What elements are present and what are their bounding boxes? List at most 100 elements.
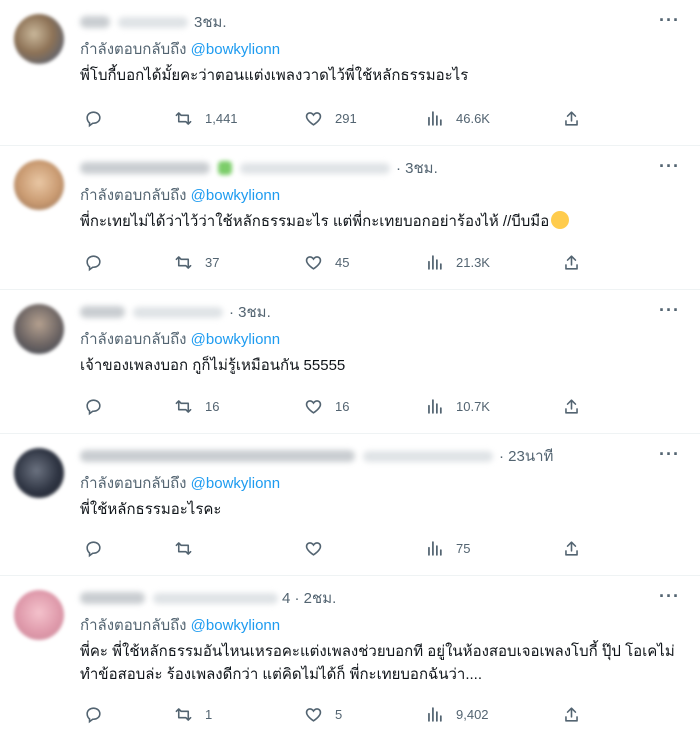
more-options-icon[interactable]: ···	[659, 587, 680, 605]
avatar[interactable]	[14, 160, 64, 210]
retweet-button[interactable]: 1	[174, 705, 212, 724]
share-button[interactable]	[562, 397, 591, 416]
share-icon	[565, 254, 578, 270]
more-options-icon[interactable]: ···	[659, 11, 680, 29]
retweet-icon	[175, 255, 192, 269]
views-button[interactable]: 9,402	[425, 705, 489, 724]
retweet-count: 37	[205, 254, 220, 270]
retweet-button[interactable]: 37	[174, 253, 219, 272]
timestamp[interactable]: 3ชม.	[194, 10, 227, 34]
reply-button[interactable]	[84, 397, 115, 416]
share-button[interactable]	[562, 705, 591, 724]
mention-link[interactable]: @bowkylionn	[191, 617, 280, 634]
mention-link[interactable]: @bowkylionn	[191, 187, 280, 204]
avatar[interactable]	[14, 448, 64, 498]
views-button[interactable]: 46.6K	[425, 109, 490, 128]
retweet-button[interactable]: 16	[174, 397, 219, 416]
views-icon	[428, 398, 442, 414]
retweet-count: 1	[205, 706, 213, 722]
view-count: 10.7K	[456, 398, 490, 414]
replying-to: กำลังตอบกลับถึง @bowkylionn	[80, 40, 680, 60]
like-button[interactable]: 5	[304, 705, 342, 724]
share-icon	[565, 110, 578, 126]
heart-icon	[305, 255, 322, 270]
tweet[interactable]: · 3ชม. ··· กำลังตอบกลับถึง @bowkylionn เ…	[0, 290, 700, 434]
display-name-redacted[interactable]	[80, 450, 355, 462]
reply-button[interactable]	[84, 109, 115, 128]
avatar[interactable]	[14, 304, 64, 354]
replying-to-label: กำลังตอบกลับถึง	[80, 331, 187, 348]
view-count: 9,402	[456, 706, 489, 722]
reply-icon	[86, 706, 101, 723]
share-button[interactable]	[562, 253, 591, 272]
share-button[interactable]	[562, 539, 591, 558]
reply-icon	[86, 110, 101, 127]
reply-feed: 3ชม. ··· กำลังตอบกลับถึง @bowkylionn พี่…	[0, 0, 700, 736]
like-count: 45	[335, 254, 350, 270]
tweet[interactable]: 4 · 2ชม. ··· กำลังตอบกลับถึง @bowkylionn…	[0, 576, 700, 736]
handle-redacted	[118, 16, 188, 28]
view-count: 46.6K	[456, 110, 490, 126]
share-icon	[565, 398, 578, 414]
avatar[interactable]	[14, 14, 64, 64]
retweet-button[interactable]	[174, 539, 205, 558]
timestamp[interactable]: · 3ชม.	[229, 300, 271, 324]
share-button[interactable]	[562, 109, 591, 128]
heart-icon	[305, 541, 322, 556]
replying-to: กำลังตอบกลับถึง @bowkylionn	[80, 186, 680, 206]
mention-link[interactable]: @bowkylionn	[191, 41, 280, 58]
reply-button[interactable]	[84, 705, 115, 724]
handle-redacted	[133, 306, 223, 318]
reply-button[interactable]	[84, 539, 115, 558]
handle-redacted	[363, 450, 493, 462]
display-name-redacted[interactable]	[80, 162, 210, 174]
like-button[interactable]: 291	[304, 109, 357, 128]
replying-to-label: กำลังตอบกลับถึง	[80, 187, 187, 204]
more-options-icon[interactable]: ···	[659, 445, 680, 463]
like-count: 16	[335, 398, 350, 414]
display-name-redacted[interactable]	[80, 592, 145, 604]
like-count: 5	[335, 706, 343, 722]
views-button[interactable]: 10.7K	[425, 397, 490, 416]
reply-icon	[86, 398, 101, 415]
views-button[interactable]: 21.3K	[425, 253, 490, 272]
views-icon	[428, 540, 442, 556]
like-button[interactable]	[304, 539, 335, 558]
tweet-header: · 23นาที	[80, 444, 680, 468]
views-button[interactable]: 75	[425, 539, 470, 558]
like-button[interactable]: 45	[304, 253, 349, 272]
display-name-redacted[interactable]	[80, 306, 125, 318]
view-count: 21.3K	[456, 254, 490, 270]
mention-link[interactable]: @bowkylionn	[191, 475, 280, 492]
tweet-text: เจ้าของเพลงบอก กูก็ไม่รู้เหมือนกัน 55555	[80, 357, 346, 374]
more-options-icon[interactable]: ···	[659, 157, 680, 175]
like-button[interactable]: 16	[304, 397, 349, 416]
handle-redacted	[153, 592, 278, 604]
retweet-icon	[175, 541, 192, 555]
replying-to-label: กำลังตอบกลับถึง	[80, 41, 187, 58]
heart-icon	[305, 707, 322, 722]
replying-to: กำลังตอบกลับถึง @bowkylionn	[80, 616, 680, 636]
tweet-header: · 3ชม.	[80, 300, 680, 324]
views-icon	[428, 110, 442, 126]
replying-to: กำลังตอบกลับถึง @bowkylionn	[80, 330, 680, 350]
retweet-count: 1,441	[205, 110, 238, 126]
mention-link[interactable]: @bowkylionn	[191, 331, 280, 348]
display-name-redacted[interactable]	[80, 16, 110, 28]
tweet-header: 3ชม.	[80, 10, 680, 34]
reply-icon	[86, 254, 101, 271]
timestamp[interactable]: 4 · 2ชม.	[282, 586, 336, 610]
tweet[interactable]: 3ชม. ··· กำลังตอบกลับถึง @bowkylionn พี่…	[0, 0, 700, 146]
tweet[interactable]: · 23นาที ··· กำลังตอบกลับถึง @bowkylionn…	[0, 434, 700, 576]
tweet[interactable]: · 3ชม. ··· กำลังตอบกลับถึง @bowkylionn พ…	[0, 146, 700, 290]
retweet-button[interactable]: 1,441	[174, 109, 238, 128]
timestamp[interactable]: · 3ชม.	[396, 156, 438, 180]
tweet-actions: 1 5 9,402	[80, 704, 700, 724]
avatar[interactable]	[14, 590, 64, 640]
views-icon	[428, 706, 442, 722]
share-icon	[565, 706, 578, 722]
reply-button[interactable]	[84, 253, 115, 272]
smiling-face-emoji-icon	[551, 211, 570, 229]
more-options-icon[interactable]: ···	[659, 301, 680, 319]
timestamp[interactable]: · 23นาที	[499, 444, 553, 468]
